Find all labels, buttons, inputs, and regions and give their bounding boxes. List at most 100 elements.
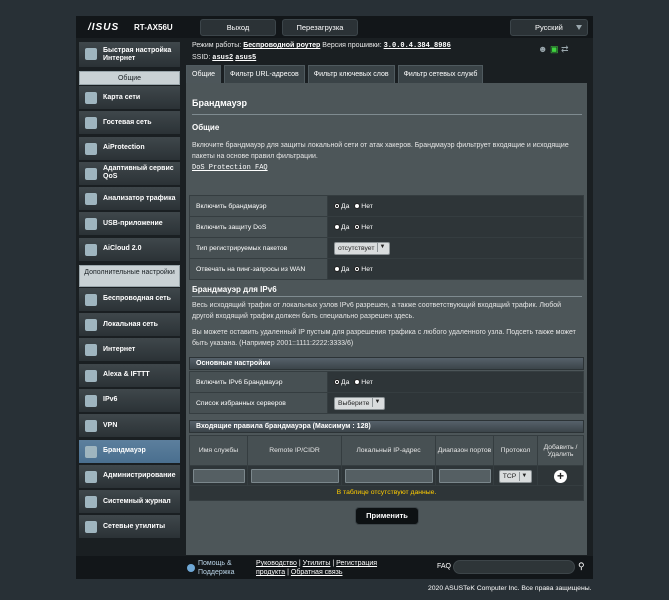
service-name-input[interactable] <box>192 468 245 483</box>
network-map-icon <box>85 92 97 104</box>
network-status-icon[interactable]: ▣ <box>550 44 559 54</box>
general-section-title: Общие <box>192 123 220 132</box>
protocol-select[interactable]: TCP ▼ <box>498 470 533 483</box>
ping-wan-label: Отвечать на пинг-запросы из WAN <box>189 258 328 280</box>
title-divider <box>192 114 582 115</box>
enable-firewall-label: Включить брандмауэр <box>189 195 328 217</box>
empty-table-message: В таблице отсутствуют данные. <box>189 485 584 501</box>
sidebar-item-guest-network[interactable]: Гостевая сеть <box>79 111 180 136</box>
sidebar-item-wan[interactable]: Интернет <box>79 338 180 363</box>
wifi-icon <box>85 293 97 306</box>
chart-icon <box>85 193 97 206</box>
usb-status-icon[interactable]: ⇄ <box>561 44 569 54</box>
copyright-text: 2020 ASUSTeK Computer Inc. Все права защ… <box>428 585 592 592</box>
enable-dos-yes-radio[interactable] <box>334 223 340 230</box>
apply-button[interactable]: Применить <box>355 507 419 525</box>
sidebar-item-network-map[interactable]: Карта сети <box>79 86 180 110</box>
sidebar-item-quick-setup[interactable]: Быстрая настройка Интернет <box>79 42 180 68</box>
ssid-link-2[interactable]: asus5 <box>235 54 256 62</box>
sidebar-item-aiprotection[interactable]: AiProtection <box>79 136 180 161</box>
ping-wan-no-radio[interactable] <box>354 265 361 272</box>
reboot-button[interactable]: Перезагрузка <box>282 19 358 36</box>
sidebar-item-qos[interactable]: Адаптивный сервис QoS <box>79 161 180 186</box>
ipv6-settings-table: Включить IPv6 Брандмауэр Да Нет Список и… <box>189 371 584 414</box>
sidebar-item-usb[interactable]: USB-приложение <box>79 212 180 237</box>
settings-row: Список избранных серверов Выберите ▼ <box>189 392 584 414</box>
ping-wan-yes-radio[interactable] <box>334 265 340 272</box>
tab-url-filter[interactable]: Фильтр URL-адресов <box>224 65 305 83</box>
tab-keyword-filter[interactable]: Фильтр ключевых слов <box>307 65 395 83</box>
col-port-range: Диапазон портов <box>435 435 494 466</box>
help-support-label[interactable]: Помощь & Поддержка <box>198 559 235 577</box>
ssid-link-1[interactable]: asus2 <box>212 54 233 62</box>
asus-logo[interactable]: /ISUS <box>88 22 119 33</box>
ipv6-enable-no-radio[interactable] <box>354 378 361 385</box>
local-ip-input[interactable] <box>344 468 433 483</box>
utilities-link[interactable]: Утилиты <box>303 560 331 567</box>
ipv6-enable-yes-radio[interactable] <box>334 378 340 385</box>
enable-firewall-yes-radio[interactable] <box>334 202 340 209</box>
ipv6-icon <box>85 394 97 407</box>
globe-icon <box>85 344 97 357</box>
logout-button[interactable]: Выход <box>200 19 276 36</box>
settings-row: Включить IPv6 Брандмауэр Да Нет <box>189 371 584 393</box>
language-value: Русский <box>535 23 563 32</box>
sidebar-item-traffic-analyzer[interactable]: Анализатор трафика <box>79 187 180 212</box>
shield-icon <box>85 142 97 155</box>
port-range-input[interactable] <box>438 468 491 483</box>
sidebar-item-system-log[interactable]: Системный журнал <box>79 490 180 515</box>
language-select[interactable]: Русский <box>510 19 588 36</box>
feedback-link[interactable]: Обратная связь <box>291 569 343 576</box>
guest-network-icon <box>85 117 97 130</box>
usb-icon <box>85 218 97 231</box>
add-rule-button[interactable]: + <box>554 470 567 483</box>
enable-dos-no-radio[interactable] <box>354 223 361 230</box>
help-icon <box>187 564 195 572</box>
sidebar-item-wireless[interactable]: Беспроводная сеть <box>79 287 180 312</box>
sidebar-item-administration[interactable]: Администрирование <box>79 464 180 489</box>
tab-service-filter[interactable]: Фильтр сетевых служб <box>397 65 484 83</box>
users-icon[interactable]: ☻ <box>538 44 547 54</box>
settings-row: Включить брандмауэр Да Нет <box>189 195 584 217</box>
faq-search-input[interactable] <box>453 560 575 574</box>
operation-mode-link[interactable]: Беспроводной роутер <box>243 42 320 49</box>
sidebar-item-aicloud[interactable]: AiCloud 2.0 <box>79 237 180 262</box>
basic-settings-bar: Основные настройки <box>189 357 584 370</box>
tab-general[interactable]: Общие <box>186 65 222 83</box>
ipv6-section-title: Брандмауэр для IPv6 <box>192 285 277 294</box>
col-add-delete: Добавить / Удалить <box>537 435 584 466</box>
sidebar-header-advanced: Дополнительные настройки <box>79 264 180 287</box>
enable-dos-label: Включить защиту DoS <box>189 216 328 238</box>
sidebar-item-alexa[interactable]: Alexa & IFTTT <box>79 363 180 388</box>
server-list-select[interactable]: Выберите ▼ <box>334 396 386 410</box>
table-header-row: Имя службы Remote IP/CIDR Локальный IP-а… <box>189 435 584 466</box>
log-icon <box>85 496 97 509</box>
firmware-link[interactable]: 3.0.0.4.384_8986 <box>384 42 451 50</box>
cloud-icon <box>85 243 97 256</box>
sidebar-item-lan[interactable]: Локальная сеть <box>79 313 180 338</box>
registration-link[interactable]: Регистрация <box>336 560 377 567</box>
server-list-label: Список избранных серверов <box>189 392 328 414</box>
lan-icon <box>85 319 97 332</box>
registration-link-2[interactable]: продукта <box>256 569 285 576</box>
sidebar-item-network-tools[interactable]: Сетевые утилиты <box>79 515 180 540</box>
header-bar: /ISUS RT-AX56U Выход Перезагрузка Русски… <box>76 16 593 38</box>
ipv6-enable-label: Включить IPv6 Брандмауэр <box>189 371 328 393</box>
firewall-icon <box>85 445 97 458</box>
chevron-down-icon: ▼ <box>372 398 381 408</box>
sidebar-item-firewall[interactable]: Брандмауэр <box>79 439 180 464</box>
search-icon[interactable]: ⚲ <box>578 561 585 572</box>
firewall-settings-table: Включить брандмауэр Да Нет Включить защи… <box>189 195 584 280</box>
router-admin-frame: /ISUS RT-AX56U Выход Перезагрузка Русски… <box>76 16 593 579</box>
manual-link[interactable]: Руководство <box>256 560 297 567</box>
remote-ip-input[interactable] <box>250 468 339 483</box>
sidebar-item-ipv6[interactable]: IPv6 <box>79 388 180 413</box>
gear-icon <box>85 470 97 483</box>
tab-bar: Общие Фильтр URL-адресов Фильтр ключевых… <box>186 65 486 83</box>
qos-icon <box>85 167 97 180</box>
enable-firewall-no-radio[interactable] <box>354 202 361 209</box>
dos-faq-link[interactable]: DoS Protection FAQ <box>192 164 268 172</box>
status-icons: ☻ ▣ ⇄ <box>538 44 569 55</box>
sidebar-item-vpn[interactable]: VPN <box>79 414 180 439</box>
logged-packets-select[interactable]: отсутствует ▼ <box>334 241 391 255</box>
